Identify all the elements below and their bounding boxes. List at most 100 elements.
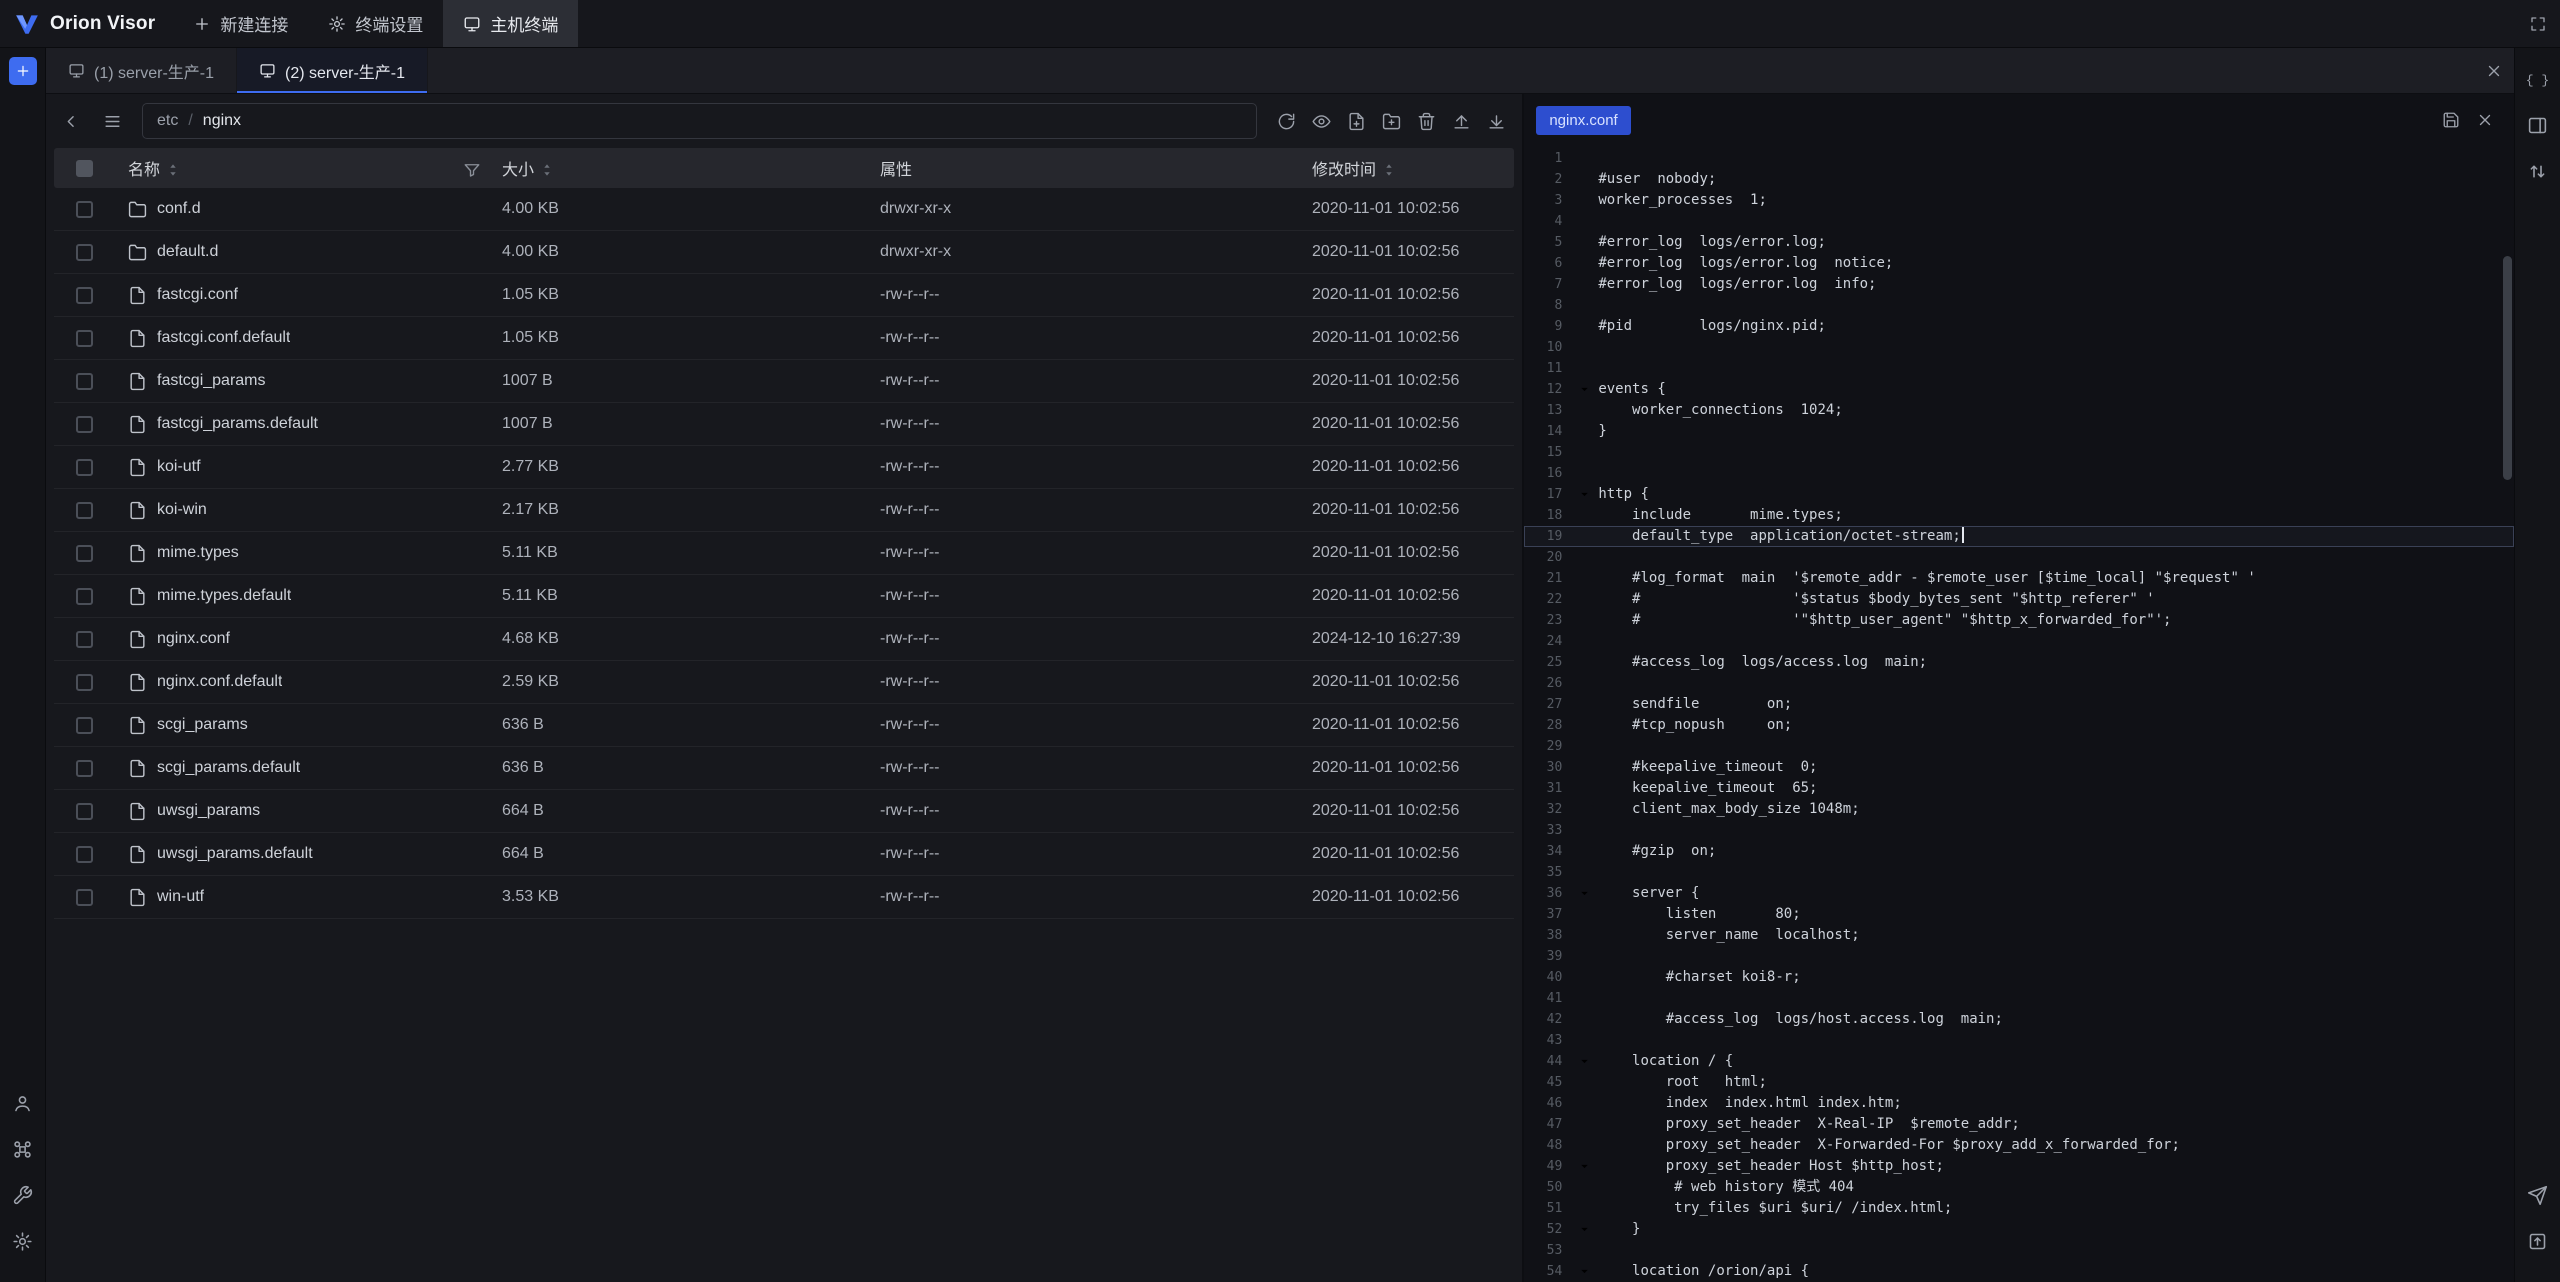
editor-line[interactable]: 6#error_log logs/error.log notice; [1524,253,2514,274]
menu-host-terminal[interactable]: 主机终端 [443,0,578,47]
file-name[interactable]: scgi_params.default [157,759,300,777]
menu-terminal-settings[interactable]: 终端设置 [308,0,443,47]
file-name[interactable]: scgi_params [157,716,248,734]
file-name[interactable]: fastcgi_params [157,372,266,390]
editor-line[interactable]: 41 [1524,988,2514,1009]
file-row[interactable]: koi-win2.17 KB-rw-r--r--2020-11-01 10:02… [54,489,1514,532]
editor-line[interactable]: 3worker_processes 1; [1524,190,2514,211]
row-checkbox[interactable] [76,674,93,691]
refresh-button[interactable] [1269,104,1304,139]
editor-line[interactable]: 53 [1524,1240,2514,1261]
row-checkbox[interactable] [76,803,93,820]
editor-line[interactable]: 42 #access_log logs/host.access.log main… [1524,1009,2514,1030]
editor-line[interactable]: 13 worker_connections 1024; [1524,400,2514,421]
row-checkbox[interactable] [76,588,93,605]
new-connection-tab-button[interactable] [9,57,37,85]
row-checkbox[interactable] [76,889,93,906]
file-row[interactable]: mime.types.default5.11 KB-rw-r--r--2020-… [54,575,1514,618]
column-size-label[interactable]: 大小 [502,156,534,180]
sort-panels-button[interactable] [2521,154,2555,188]
editor-line[interactable]: 22 # '$status $body_bytes_sent "$http_re… [1524,589,2514,610]
row-checkbox[interactable] [76,846,93,863]
select-all-checkbox[interactable] [76,160,93,177]
send-command-button[interactable] [2521,1178,2555,1212]
editor-line[interactable]: 33 [1524,820,2514,841]
row-checkbox[interactable] [76,201,93,218]
row-checkbox[interactable] [76,287,93,304]
shortcut-keys-button[interactable] [6,1132,40,1166]
editor-line[interactable]: 14} [1524,421,2514,442]
sort-size-icon[interactable] [538,161,552,175]
file-row[interactable]: fastcgi.conf.default1.05 KB-rw-r--r--202… [54,317,1514,360]
terminal-tab-1[interactable]: (1) server-生产-1 [46,48,237,93]
save-file-button[interactable] [2434,103,2468,137]
editor-file-tab[interactable]: nginx.conf [1536,106,1630,135]
editor-line[interactable]: 15 [1524,442,2514,463]
editor-line[interactable]: 25 #access_log logs/access.log main; [1524,652,2514,673]
editor-line[interactable]: 28 #tcp_nopush on; [1524,715,2514,736]
breadcrumb-segment[interactable]: etc [157,112,178,130]
editor-line[interactable]: 35 [1524,862,2514,883]
file-name[interactable]: mime.types [157,544,239,562]
file-row[interactable]: uwsgi_params.default664 B-rw-r--r--2020-… [54,833,1514,876]
file-row[interactable]: koi-utf2.77 KB-rw-r--r--2020-11-01 10:02… [54,446,1514,489]
editor-line[interactable]: 49 proxy_set_header Host $http_host; [1524,1156,2514,1177]
row-checkbox[interactable] [76,330,93,347]
editor-line[interactable]: 2#user nobody; [1524,169,2514,190]
fold-chevron-icon[interactable] [1570,379,1598,400]
row-checkbox[interactable] [76,416,93,433]
editor-line[interactable]: 8 [1524,295,2514,316]
row-checkbox[interactable] [76,373,93,390]
editor-line[interactable]: 23 # '"$http_user_agent" "$http_x_forwar… [1524,610,2514,631]
sort-mtime-icon[interactable] [1380,161,1394,175]
file-row[interactable]: uwsgi_params664 B-rw-r--r--2020-11-01 10… [54,790,1514,833]
file-name[interactable]: koi-win [157,501,207,519]
editor-line[interactable]: 10 [1524,337,2514,358]
editor-line[interactable]: 50 # web history 模式 404 [1524,1177,2514,1198]
sort-name-icon[interactable] [164,161,178,175]
file-name[interactable]: fastcgi.conf [157,286,238,304]
file-name[interactable]: uwsgi_params [157,802,260,820]
file-name[interactable]: default.d [157,243,218,261]
editor-line[interactable]: 47 proxy_set_header X-Real-IP $remote_ad… [1524,1114,2514,1135]
editor-line[interactable]: 19 default_type application/octet-stream… [1524,526,2514,547]
editor-line[interactable]: 24 [1524,631,2514,652]
editor-line[interactable]: 12events { [1524,379,2514,400]
editor-line[interactable]: 32 client_max_body_size 1048m; [1524,799,2514,820]
new-folder-button[interactable] [1374,104,1409,139]
preview-hidden-button[interactable] [1304,104,1339,139]
editor-line[interactable]: 38 server_name localhost; [1524,925,2514,946]
file-name[interactable]: fastcgi.conf.default [157,329,290,347]
fullscreen-button[interactable] [2516,0,2560,47]
editor-line[interactable]: 37 listen 80; [1524,904,2514,925]
file-row[interactable]: default.d4.00 KBdrwxr-xr-x2020-11-01 10:… [54,231,1514,274]
back-button[interactable] [54,104,89,139]
file-row[interactable]: fastcgi_params1007 B-rw-r--r--2020-11-01… [54,360,1514,403]
new-file-button[interactable] [1339,104,1374,139]
filter-name-icon[interactable] [463,161,478,176]
file-name[interactable]: win-utf [157,888,204,906]
editor-line[interactable]: 29 [1524,736,2514,757]
editor-line[interactable]: 36 server { [1524,883,2514,904]
editor-line[interactable]: 9#pid logs/nginx.pid; [1524,316,2514,337]
editor-line[interactable]: 51 try_files $uri $uri/ /index.html; [1524,1198,2514,1219]
tools-button[interactable] [6,1178,40,1212]
editor-body[interactable]: 12#user nobody;3worker_processes 1;45#er… [1524,146,2514,1282]
file-row[interactable]: win-utf3.53 KB-rw-r--r--2020-11-01 10:02… [54,876,1514,919]
editor-line[interactable]: 39 [1524,946,2514,967]
file-name[interactable]: mime.types.default [157,587,291,605]
editor-line[interactable]: 46 index index.html index.htm; [1524,1093,2514,1114]
path-list-button[interactable] [95,104,130,139]
column-mtime-label[interactable]: 修改时间 [1312,156,1376,180]
row-checkbox[interactable] [76,631,93,648]
editor-line[interactable]: 45 root html; [1524,1072,2514,1093]
row-checkbox[interactable] [76,502,93,519]
download-button[interactable] [1479,104,1514,139]
editor-line[interactable]: 43 [1524,1030,2514,1051]
row-checkbox[interactable] [76,459,93,476]
file-row[interactable]: scgi_params.default636 B-rw-r--r--2020-1… [54,747,1514,790]
row-checkbox[interactable] [76,244,93,261]
fold-chevron-icon[interactable] [1570,1051,1598,1072]
file-name[interactable]: koi-utf [157,458,201,476]
transfer-button[interactable] [2521,1224,2555,1258]
